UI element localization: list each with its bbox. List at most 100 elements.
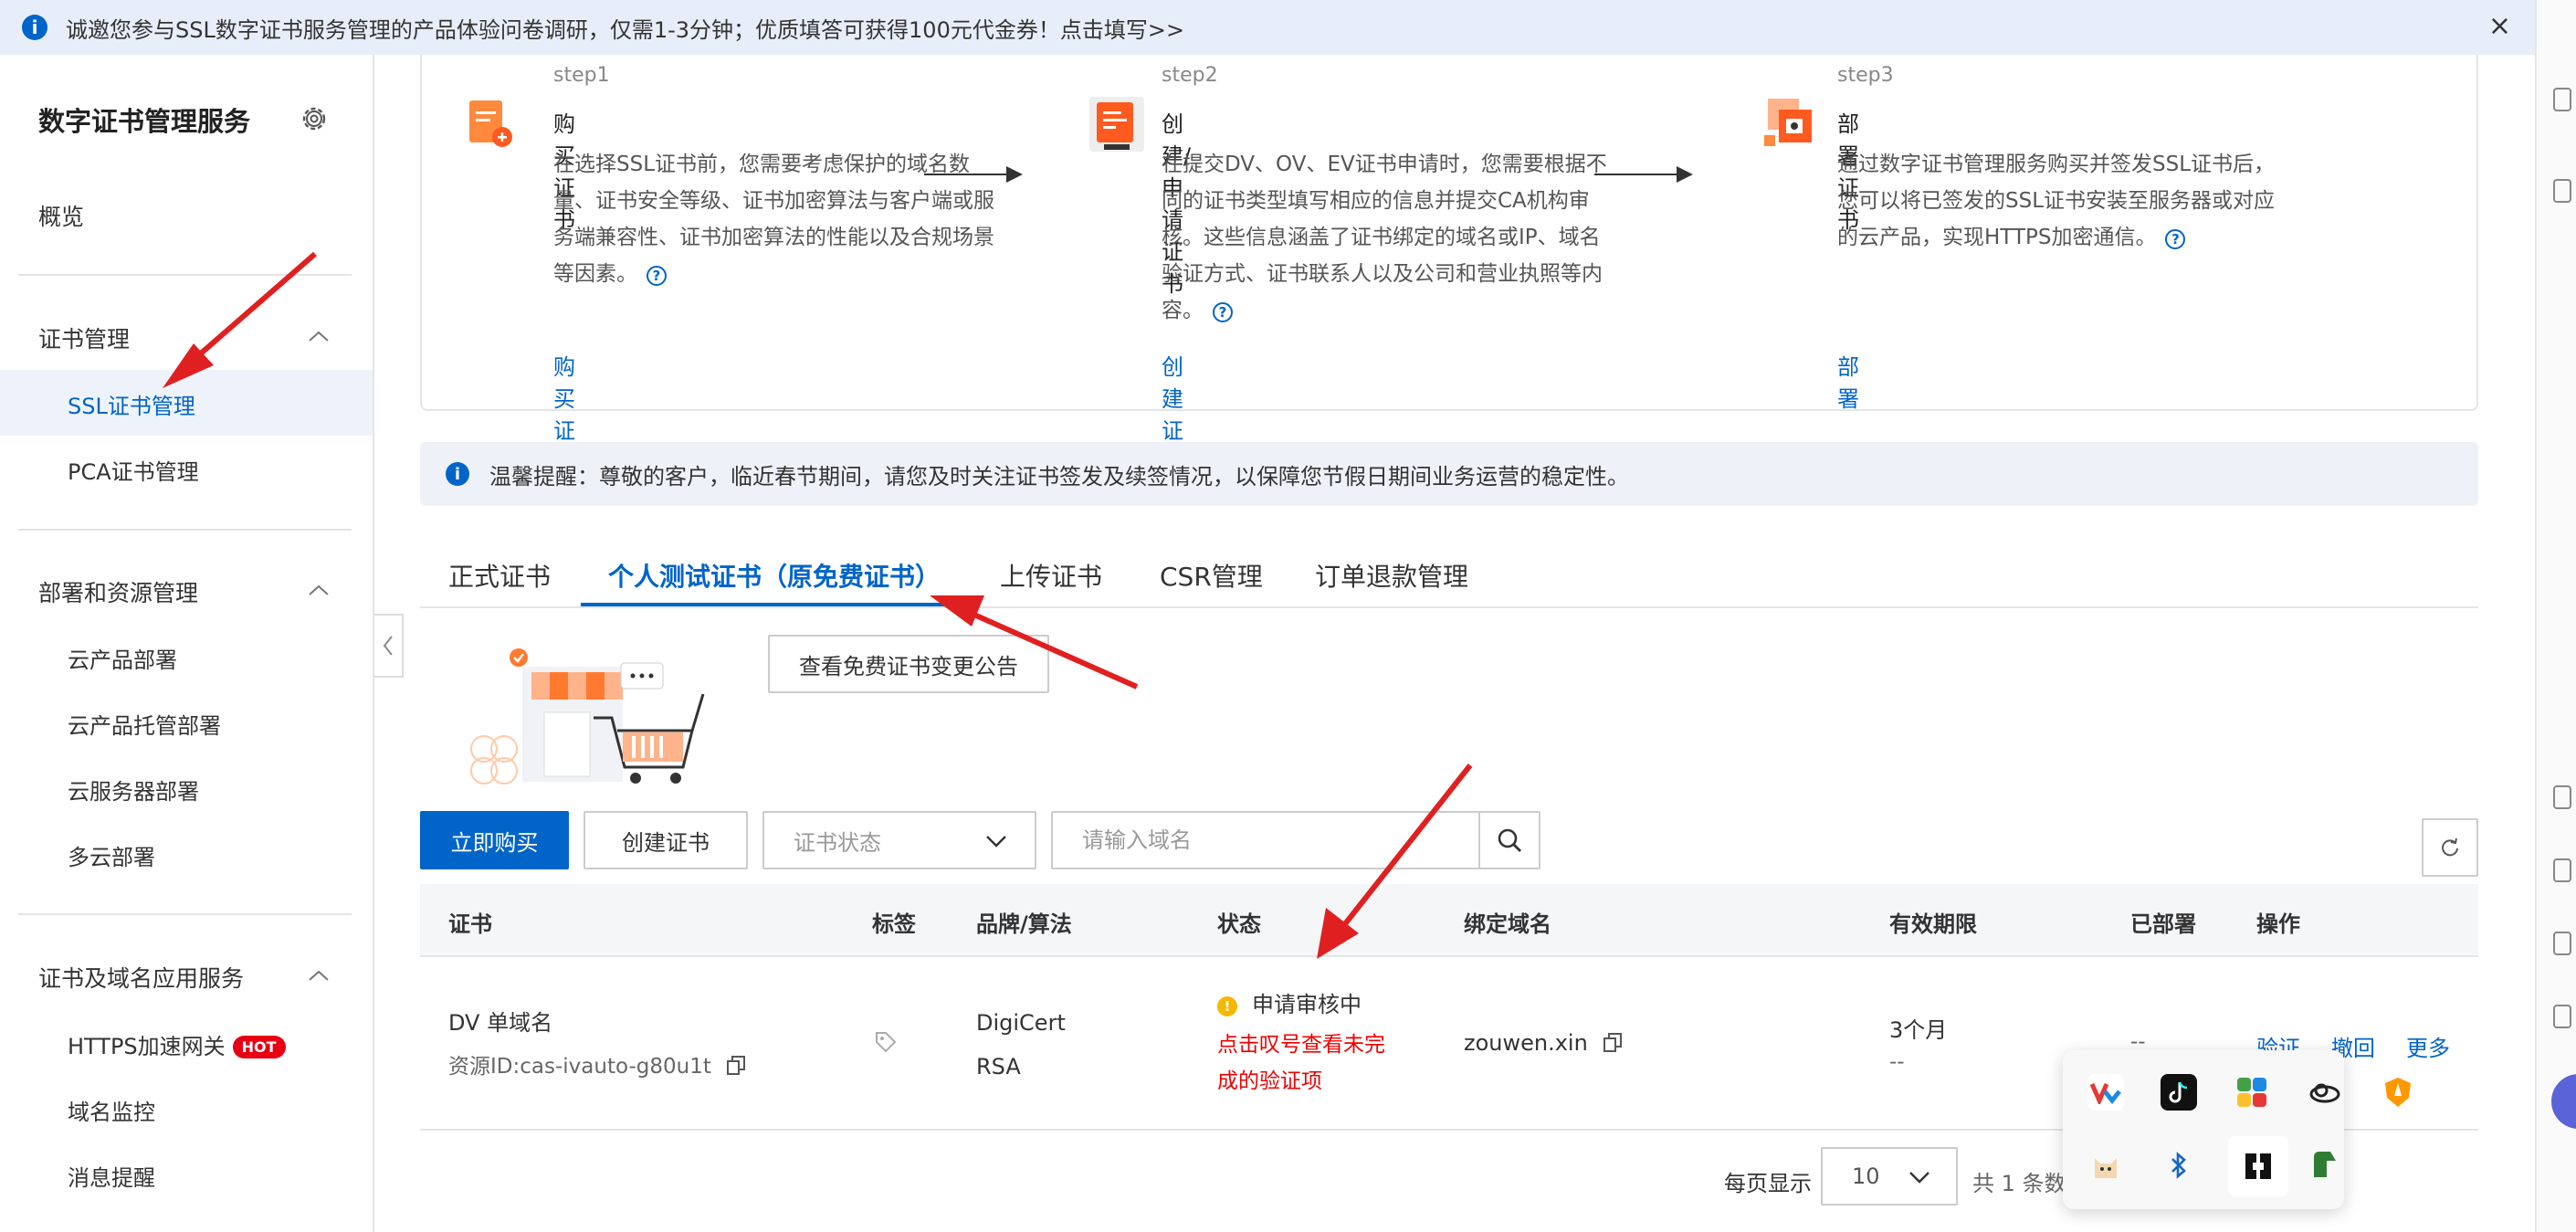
chevron-up-icon[interactable]: [307, 329, 331, 343]
page-size-label: 每页显示: [1724, 1171, 1812, 1196]
step-description-text: 在选择SSL证书前，您需要考虑保护的域名数量、证书安全等级、证书加密算法与客户端…: [553, 153, 994, 286]
bound-domain: zouwen.xin: [1464, 1030, 1623, 1056]
warning-icon[interactable]: !: [1217, 996, 1237, 1016]
active-tab-indicator: [581, 603, 955, 606]
domain-search-input[interactable]: [1053, 813, 1539, 868]
resource-id-text: 资源ID:cas-ivauto-g80u1t: [448, 1055, 711, 1079]
sidebar-item-domain-monitor[interactable]: 域名监控: [68, 1094, 155, 1126]
palette-app-icon[interactable]: [2234, 1074, 2270, 1111]
step-description: 在选择SSL证书前，您需要考虑保护的域名数量、证书安全等级、证书加密算法与客户端…: [553, 146, 1010, 292]
hot-badge: HOT: [232, 1036, 286, 1058]
green-app-icon[interactable]: [2307, 1147, 2343, 1184]
create-cert-icon: [1089, 97, 1144, 152]
refresh-button[interactable]: [2422, 818, 2478, 877]
help-icon[interactable]: ?: [647, 266, 667, 286]
step-arrow-head: [1006, 166, 1023, 183]
validity-period: 3个月: [1889, 1017, 1948, 1043]
cat-app-icon[interactable]: [2087, 1147, 2124, 1184]
sidebar-item-cloud-hosted-deploy[interactable]: 云产品托管部署: [68, 708, 221, 740]
side-tool-icon[interactable]: [2553, 179, 2571, 203]
gear-icon[interactable]: [300, 104, 329, 133]
survey-banner[interactable]: i 诚邀您参与SSL数字证书服务管理的产品体验问卷调研，仅需1-3分钟；优质填答…: [0, 0, 2535, 55]
assistant-float-button[interactable]: [2551, 1074, 2576, 1129]
page-size-value: 10: [1852, 1164, 1880, 1189]
more-action[interactable]: 更多: [2406, 1030, 2450, 1062]
tab-upload-cert[interactable]: 上传证书: [1000, 557, 1102, 594]
steps-panel: step1 购买证书 在选择SSL证书前，您需要考虑保护的域名数量、证书安全等级…: [420, 55, 2478, 476]
buy-cert-icon: [469, 100, 512, 147]
deploy-link[interactable]: 部署: [1837, 349, 1859, 413]
sidebar-group-deploy[interactable]: 部署和资源管理: [38, 575, 198, 608]
algorithm: RSA: [976, 1054, 1021, 1079]
brand-name: DigiCert: [976, 1010, 1066, 1036]
deploy-cert-icon: [1764, 99, 1812, 146]
system-tray-popup: [2063, 1050, 2411, 1209]
cert-status-placeholder: 证书状态: [794, 829, 881, 856]
right-side-toolbar: [2535, 0, 2576, 1232]
chevron-down-icon: [986, 836, 1006, 848]
domain-search: [1051, 811, 1540, 869]
total-count: 共 1 条数: [1972, 1171, 2066, 1196]
sidebar-item-multi-cloud-deploy[interactable]: 多云部署: [68, 839, 155, 871]
side-tool-icon[interactable]: [2553, 1005, 2571, 1028]
divider: [18, 529, 352, 531]
table-header: 证书 标签 品牌/算法 状态 绑定域名 有效期限 已部署 操作: [420, 884, 2478, 957]
step-arrow: [924, 174, 1008, 175]
survey-banner-text[interactable]: 诚邀您参与SSL数字证书服务管理的产品体验问卷调研，仅需1-3分钟；优质填答可获…: [66, 12, 1184, 44]
tab-order-refund[interactable]: 订单退款管理: [1315, 557, 1468, 594]
chevron-up-icon[interactable]: [307, 583, 331, 597]
tag-icon[interactable]: [874, 1030, 898, 1054]
sidebar-item-cloud-deploy[interactable]: 云产品部署: [68, 642, 177, 674]
column-header-domain: 绑定域名: [1464, 911, 1551, 937]
column-header-cert: 证书: [448, 911, 492, 937]
status-hint: 点击叹号查看未完 成的验证项: [1217, 1027, 1385, 1100]
bluetooth-icon[interactable]: [2161, 1147, 2197, 1184]
sidebar-item-ssl-cert[interactable]: SSL证书管理: [68, 388, 195, 420]
tab-csr-management[interactable]: CSR管理: [1160, 557, 1263, 594]
step-description: 通过数字证书管理服务购买并签发SSL证书后，您可以将已签发的SSL证书安装至服务…: [1837, 146, 2294, 256]
free-cert-change-notice-button[interactable]: 查看免费证书变更公告: [768, 635, 1049, 693]
status-hint-line-1: 点击叹号查看未完: [1217, 1033, 1385, 1057]
info-icon: i: [446, 462, 469, 486]
close-icon[interactable]: ×: [2488, 13, 2511, 40]
step-label: step1: [553, 64, 610, 87]
sidebar-item-https-gateway[interactable]: HTTPS加速网关 HOT: [68, 1028, 286, 1060]
info-icon: i: [22, 15, 47, 40]
divider: [18, 274, 352, 276]
refresh-icon: [2442, 837, 2458, 857]
cloud-app-icon[interactable]: [2307, 1074, 2343, 1111]
sidebar-item-overview[interactable]: 概览: [38, 199, 84, 232]
tab-personal-test-cert[interactable]: 个人测试证书（原免费证书）: [608, 557, 941, 594]
side-tool-icon[interactable]: [2553, 785, 2571, 809]
cert-status-select[interactable]: 证书状态: [762, 811, 1036, 869]
side-tool-icon[interactable]: [2553, 932, 2571, 955]
vk-app-icon[interactable]: [2087, 1074, 2124, 1111]
copy-icon[interactable]: [1603, 1033, 1623, 1053]
side-tool-icon[interactable]: [2553, 858, 2571, 882]
search-icon: [1498, 828, 1521, 852]
divider: [18, 913, 352, 915]
buy-now-button[interactable]: 立即购买: [420, 811, 569, 869]
shield-icon[interactable]: [2380, 1074, 2416, 1111]
sidebar-item-notifications[interactable]: 消息提醒: [68, 1160, 155, 1192]
copy-icon[interactable]: [727, 1056, 746, 1076]
sidebar-collapse-button[interactable]: [374, 614, 404, 678]
help-icon[interactable]: ?: [2165, 229, 2186, 249]
help-icon[interactable]: ?: [1213, 302, 1233, 322]
sidebar-group-app-services[interactable]: 证书及域名应用服务: [38, 961, 244, 994]
tiktok-icon[interactable]: [2161, 1074, 2197, 1111]
create-cert-button[interactable]: 创建证书: [584, 811, 748, 869]
side-tool-icon[interactable]: [2553, 88, 2571, 111]
chevron-up-icon[interactable]: [307, 968, 331, 983]
step-label: step2: [1162, 64, 1218, 87]
page-size-select[interactable]: 10: [1821, 1147, 1958, 1206]
search-button[interactable]: [1478, 813, 1539, 868]
notion-like-app-icon[interactable]: [2240, 1148, 2276, 1185]
column-header-validity: 有效期限: [1889, 911, 1977, 937]
step-description-text: 在提交DV、OV、EV证书申请时，您需要根据不同的证书类型填写相应的信息并提交C…: [1162, 153, 1607, 322]
sidebar-item-server-deploy[interactable]: 云服务器部署: [68, 774, 199, 806]
tab-official-cert[interactable]: 正式证书: [448, 557, 551, 594]
sidebar-item-pca-cert[interactable]: PCA证书管理: [68, 454, 199, 486]
sidebar-group-cert-management[interactable]: 证书管理: [38, 321, 130, 354]
bound-domain-text: zouwen.xin: [1464, 1030, 1588, 1056]
